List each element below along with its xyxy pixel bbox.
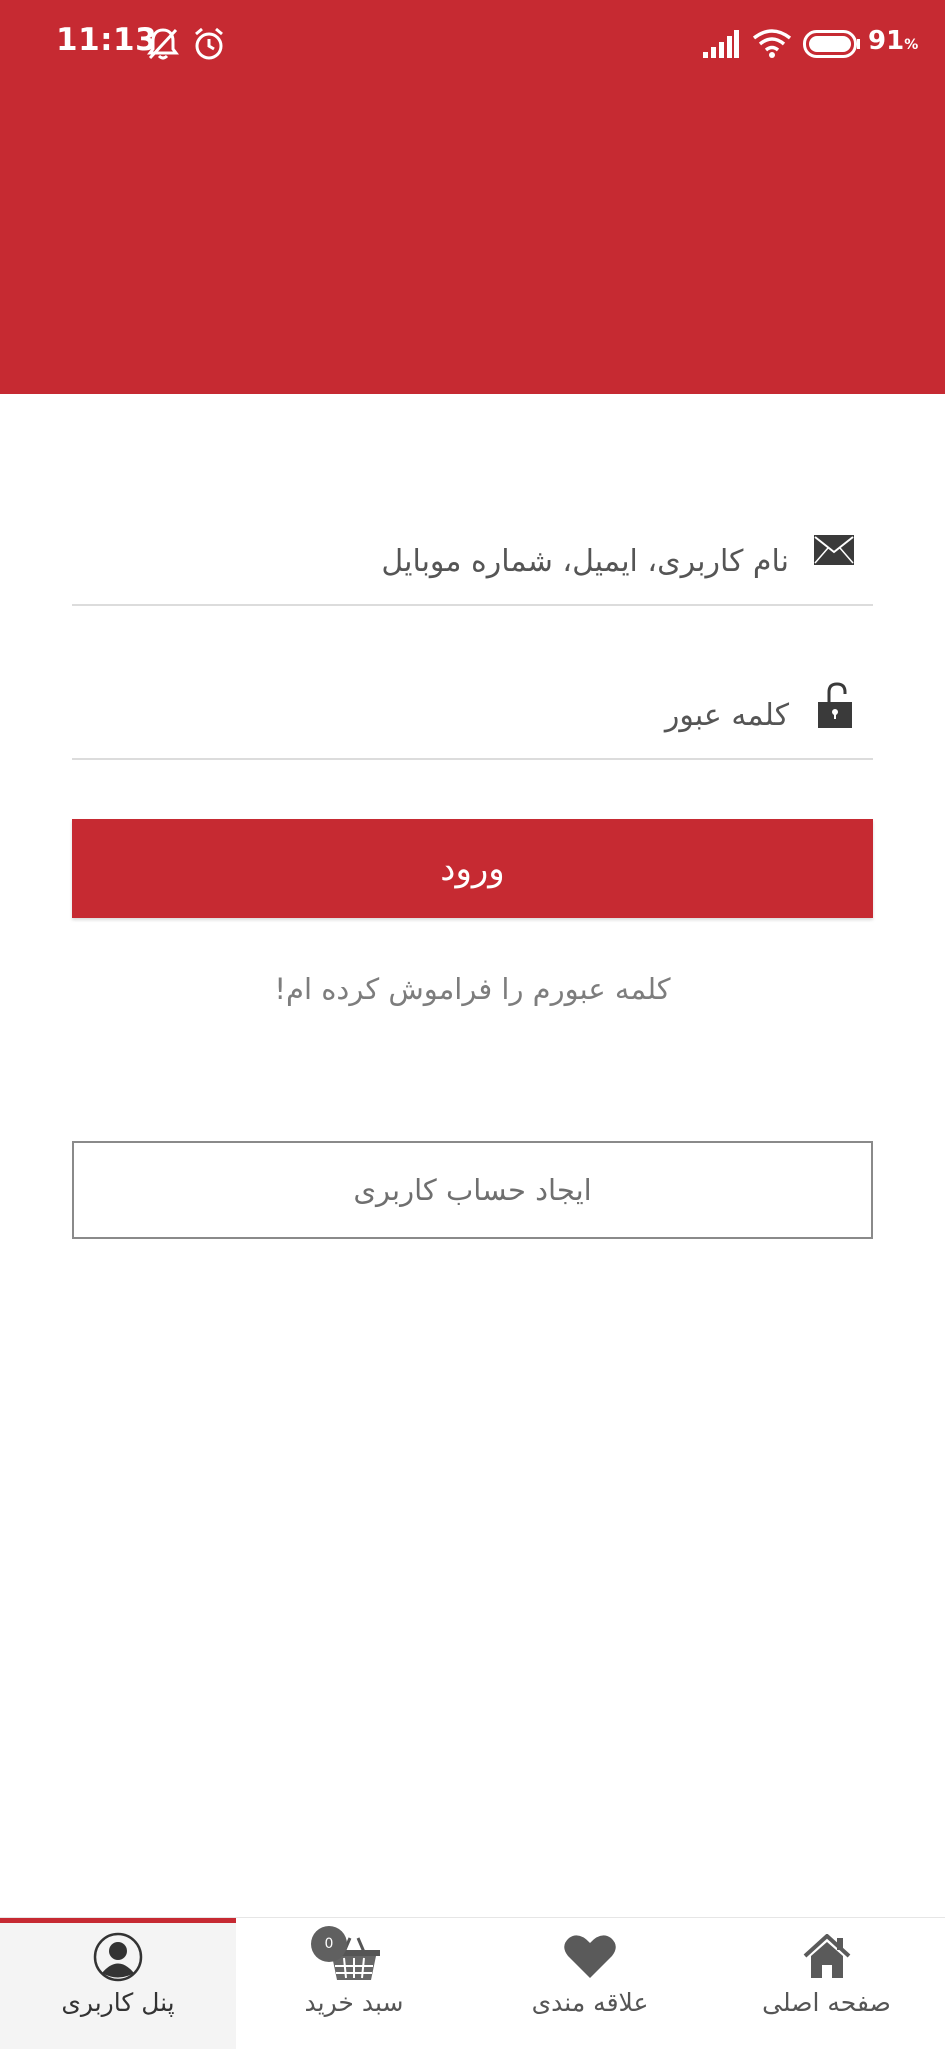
- bottom-navigation: پنل کاربری 0 سبد خرید علاقه مندی صفحه اص…: [0, 1917, 945, 2049]
- header-banner: 11:13 91%: [0, 0, 945, 394]
- password-placeholder: کلمه عبور: [664, 698, 789, 733]
- nav-user-panel[interactable]: پنل کاربری: [0, 1918, 236, 2049]
- muted-bell-icon: [147, 28, 179, 60]
- wifi-icon: [752, 29, 792, 58]
- envelope-icon: [814, 535, 854, 565]
- battery-percent: 91%: [868, 26, 919, 56]
- battery-icon: [803, 30, 860, 58]
- heart-icon: [564, 1935, 616, 1978]
- status-time: 11:13: [56, 22, 158, 58]
- basket-count-badge: 0: [311, 1926, 347, 1962]
- password-field[interactable]: کلمه عبور: [72, 676, 873, 760]
- nav-basket-label: سبد خرید: [304, 1988, 404, 2017]
- nav-favorites-label: علاقه مندی: [531, 1988, 649, 2017]
- username-field[interactable]: نام کاربری، ایمیل، شماره موبایل: [72, 520, 873, 606]
- create-account-button[interactable]: ایجاد حساب کاربری: [72, 1141, 873, 1239]
- login-button[interactable]: ورود: [72, 819, 873, 918]
- forgot-password-link[interactable]: کلمه عبورم را فراموش کرده ام!: [0, 972, 945, 1006]
- nav-basket[interactable]: 0 سبد خرید: [236, 1918, 472, 2049]
- active-tab-indicator: [0, 1918, 236, 1923]
- status-bar: 11:13 91%: [0, 0, 945, 90]
- unlock-icon: [818, 682, 852, 728]
- home-icon: [803, 1934, 850, 1978]
- signal-icon: [703, 30, 739, 58]
- username-placeholder: نام کاربری، ایمیل، شماره موبایل: [381, 544, 789, 579]
- nav-user-panel-label: پنل کاربری: [61, 1988, 175, 2017]
- user-icon: [93, 1932, 143, 1982]
- nav-favorites[interactable]: علاقه مندی: [472, 1918, 708, 2049]
- alarm-icon: [195, 27, 223, 60]
- nav-home-label: صفحه اصلی: [762, 1988, 891, 2017]
- nav-home[interactable]: صفحه اصلی: [708, 1918, 945, 2049]
